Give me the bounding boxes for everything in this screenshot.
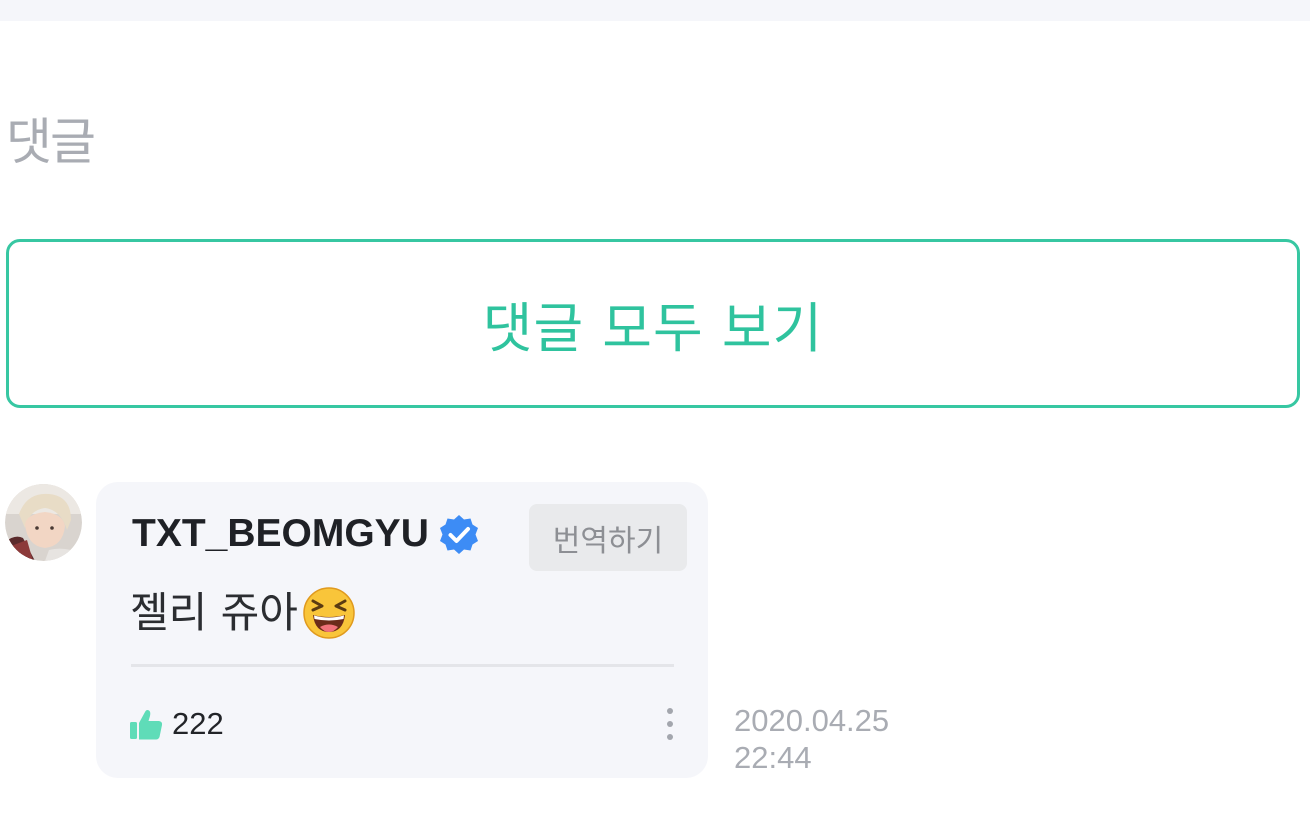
view-all-comments-button[interactable]: 댓글 모두 보기 xyxy=(6,239,1300,408)
section-title: 댓글 xyxy=(6,113,96,171)
comment-timestamp: 2020.04.25 22:44 xyxy=(734,702,889,776)
comment-divider xyxy=(131,664,674,667)
verified-badge-icon xyxy=(440,515,478,554)
comment-bubble: TXT_BEOMGYU 번역하기 젤리 쥬아 222 xyxy=(96,482,708,778)
translate-button[interactable]: 번역하기 xyxy=(529,504,687,571)
avatar-image xyxy=(5,484,82,561)
vertical-ellipsis-icon[interactable] xyxy=(656,704,684,744)
comment-time: 22:44 xyxy=(734,740,812,775)
comment-text: 젤리 쥬아 xyxy=(130,586,356,640)
thumbs-up-icon xyxy=(130,709,163,739)
comment-text-content: 젤리 쥬아 xyxy=(130,588,298,637)
avatar[interactable] xyxy=(5,484,82,561)
top-strip xyxy=(0,0,1310,21)
comment-author[interactable]: TXT_BEOMGYU xyxy=(132,512,429,556)
laughing-face-emoji xyxy=(303,587,355,639)
comment-date: 2020.04.25 xyxy=(734,703,890,738)
like-count: 222 xyxy=(172,706,224,741)
like-button[interactable]: 222 xyxy=(130,704,224,744)
